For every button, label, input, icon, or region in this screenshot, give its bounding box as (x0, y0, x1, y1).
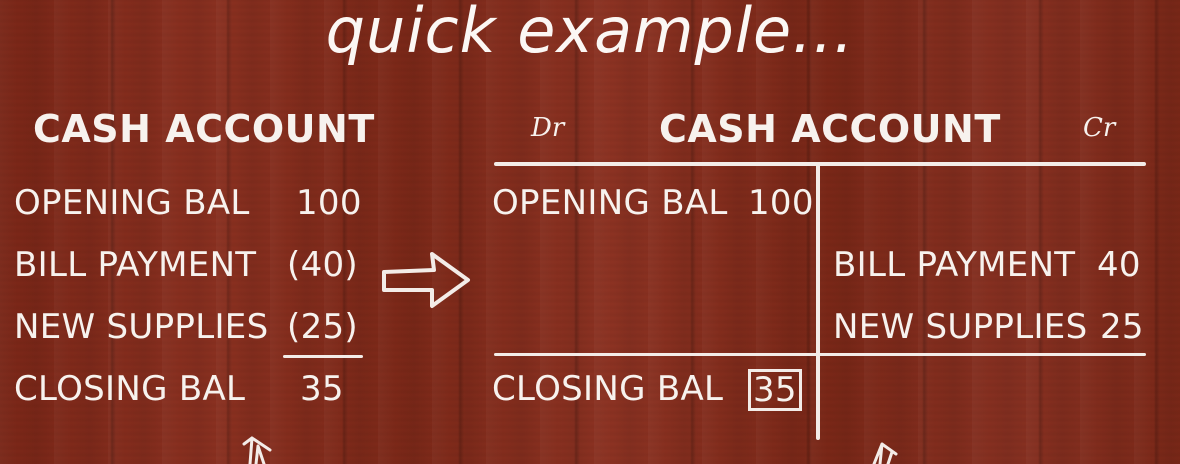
credit-row-label: NEW SUPPLIES (833, 307, 1088, 347)
up-arrow-icon (242, 436, 272, 464)
left-row-amount: 35 (300, 369, 344, 409)
credit-label: Cr (1083, 113, 1116, 143)
left-row-amount: (40) (287, 245, 358, 285)
closing-balance-amount: 35 (748, 369, 802, 411)
page-title: quick example... (325, 0, 855, 67)
debit-row-label: OPENING BAL (492, 183, 728, 223)
credit-row-label: BILL PAYMENT (833, 245, 1076, 285)
up-arrow-icon (872, 442, 898, 464)
credit-row-amount: 40 (1097, 245, 1141, 285)
left-row-label: BILL PAYMENT (14, 245, 257, 285)
left-row-amount: 100 (296, 183, 362, 223)
left-row-label: CLOSING BAL (14, 369, 246, 409)
closing-balance-label: CLOSING BAL (492, 369, 724, 409)
left-row-label: OPENING BAL (14, 183, 250, 223)
debit-row-amount: 100 (748, 183, 814, 223)
t-account-balance-line (494, 353, 1146, 356)
t-account-top-line (494, 162, 1146, 166)
t-account-center-line (816, 164, 820, 440)
right-arrow-icon (382, 252, 470, 308)
total-underline (283, 355, 363, 358)
debit-label: Dr (531, 113, 565, 143)
left-row-label: NEW SUPPLIES (14, 307, 269, 347)
t-account-heading: CASH ACCOUNT (659, 107, 1001, 151)
left-account-heading: CASH ACCOUNT (33, 107, 375, 151)
credit-row-amount: 25 (1100, 307, 1144, 347)
left-row-amount: (25) (287, 307, 358, 347)
